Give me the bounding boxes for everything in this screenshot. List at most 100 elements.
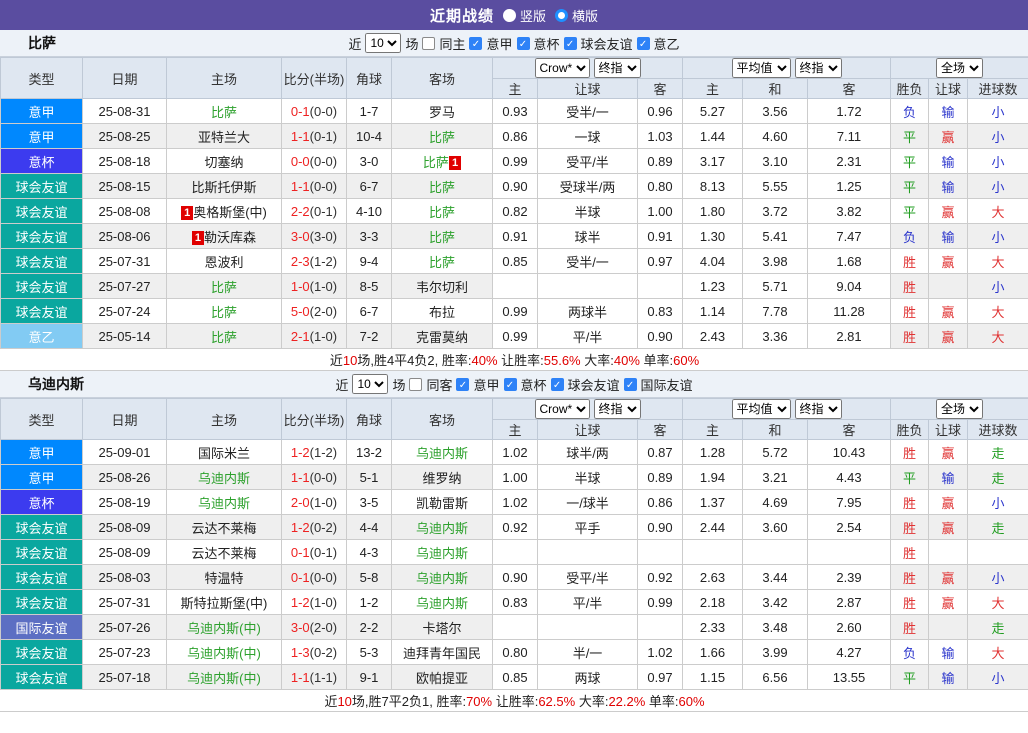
- same-venue-checkbox[interactable]: [422, 36, 436, 50]
- sub-col-header: 让球: [928, 78, 969, 99]
- team-label: 国际米兰: [197, 445, 250, 461]
- section-1: 比萨近 10 场同主 ✓ 意甲 ✓ 意杯 ✓ 球会友谊 ✓ 意乙 类型 日期 主场 比分(半场) 角球 客场 Cr…: [0, 30, 1028, 371]
- same-venue-checkbox[interactable]: [409, 377, 423, 391]
- league-checkbox[interactable]: ✓: [623, 377, 637, 391]
- summary-segment: 60%: [673, 353, 700, 368]
- league-checkbox[interactable]: ✓: [550, 377, 564, 391]
- league-checkbox[interactable]: ✓: [456, 377, 470, 391]
- handicap-cell: 受球半/两: [537, 173, 638, 199]
- rounds-select[interactable]: 10: [365, 33, 402, 53]
- avg-select[interactable]: 平均值: [731, 58, 791, 78]
- avg-away-cell: 11.28: [806, 298, 892, 324]
- score-cell: 1-1(0-0): [281, 173, 347, 199]
- odds-time-select[interactable]: 终指: [593, 399, 641, 419]
- home-team-cell: 斯特拉斯堡(中): [166, 589, 282, 615]
- team-label: 克雷莫纳: [415, 329, 468, 345]
- date-cell: 25-08-09: [82, 514, 167, 540]
- summary-segment: 大率:: [575, 694, 609, 709]
- fulltime-score: 5-0: [290, 303, 310, 319]
- league-checkbox[interactable]: ✓: [636, 36, 650, 50]
- result-header-group: 全场: [890, 57, 1028, 79]
- filter-controls: 近 10 场同主 ✓ 意甲 ✓ 意杯 ✓ 球会友谊 ✓ 意乙: [348, 33, 680, 53]
- layout-radio-vertical[interactable]: 竖版: [502, 6, 546, 25]
- team-label: 亚特兰大: [197, 129, 250, 145]
- corner-cell: 5-1: [346, 464, 392, 490]
- odds-away-cell: 1.00: [637, 198, 683, 224]
- league-checkbox[interactable]: ✓: [503, 377, 517, 391]
- avg-home-cell: 3.17: [682, 148, 743, 174]
- league-checkbox[interactable]: ✓: [469, 36, 483, 50]
- score-cell: 1-2(1-0): [281, 589, 347, 615]
- scope-select[interactable]: 全场: [936, 399, 984, 419]
- fulltime-score: 2-3: [290, 253, 310, 269]
- sub-col-header: 和: [742, 78, 808, 99]
- away-team-cell: 乌迪内斯: [391, 514, 493, 540]
- away-team-cell: 比萨: [391, 123, 493, 149]
- handicap-result-cell: 输: [928, 464, 969, 490]
- sub-col-header: 胜负: [890, 419, 930, 440]
- rounds-select[interactable]: 10: [352, 374, 389, 394]
- result-cell: 平: [890, 148, 930, 174]
- home-team-cell: 比萨: [166, 323, 282, 349]
- away-team-cell: 乌迪内斯: [391, 589, 493, 615]
- layout-radio-horizontal[interactable]: 横版: [555, 6, 598, 25]
- odds-away-cell: 1.02: [637, 639, 683, 665]
- avg-home-cell: 1.37: [682, 489, 743, 515]
- corner-cell: 9-1: [346, 664, 392, 690]
- corner-cell: 6-7: [346, 298, 392, 324]
- odds-home-cell: [492, 539, 538, 565]
- goals-result-cell: 大: [967, 639, 1028, 665]
- match-row: 意甲 25-09-01 国际米兰 1-2(1-2) 13-2 乌迪内斯 1.02 球半/两 0.…: [0, 439, 1028, 465]
- odds-source-select[interactable]: Crow*: [534, 399, 590, 419]
- score-cell: 2-1(1-0): [281, 323, 347, 349]
- league-checkbox[interactable]: ✓: [516, 36, 530, 50]
- result-cell: 负: [890, 98, 930, 124]
- handicap-result-cell: 赢: [928, 489, 969, 515]
- avg-draw-cell: 3.44: [742, 564, 808, 590]
- handicap-cell: 受平/半: [537, 564, 638, 590]
- goals-result-cell: 大: [967, 323, 1028, 349]
- summary-segment: 场,胜4平4负2, 胜率:: [357, 353, 472, 368]
- score-cell: 1-1(0-0): [281, 464, 347, 490]
- result-cell: 平: [890, 464, 930, 490]
- handicap-result-cell: 输: [928, 223, 969, 249]
- avg-draw-cell: 3.10: [742, 148, 808, 174]
- avg-draw-cell: 3.56: [742, 98, 808, 124]
- home-team-cell: 乌迪内斯(中): [166, 614, 282, 640]
- avg-home-cell: [682, 539, 743, 565]
- type-badge: 球会友谊: [0, 564, 83, 590]
- fulltime-score: 2-2: [290, 203, 310, 219]
- radio-unchecked-icon[interactable]: [502, 8, 516, 22]
- home-team-cell: 乌迪内斯(中): [166, 664, 282, 690]
- team-label: 切塞纳: [204, 154, 244, 170]
- sub-col-header: 主: [492, 78, 538, 99]
- summary-text: 近10场,胜7平2负1, 胜率:70% 让胜率:62.5% 大率:22.2% 单…: [0, 689, 1028, 712]
- goals-result-cell: 走: [967, 464, 1028, 490]
- date-cell: 25-08-09: [82, 539, 167, 565]
- score-cell: 0-1(0-0): [281, 98, 347, 124]
- summary-segment: 60%: [678, 694, 705, 709]
- avg-header-group: 平均值 终指: [681, 398, 892, 420]
- fulltime-score: 0-0: [290, 153, 310, 169]
- odds-home-cell: 0.99: [492, 298, 538, 324]
- league-checkbox[interactable]: ✓: [563, 36, 577, 50]
- score-cell: 1-1(0-1): [281, 123, 347, 149]
- summary-segment: 22.2%: [608, 694, 646, 709]
- avg-draw-cell: 3.21: [742, 464, 808, 490]
- radio-checked-icon[interactable]: [555, 8, 568, 22]
- halftime-score: (1-0): [309, 594, 338, 610]
- avg-time-select[interactable]: 终指: [794, 399, 842, 419]
- summary-row: 近10场,胜4平4负2, 胜率:40% 让胜率:55.6% 大率:40% 单率:…: [0, 348, 1028, 371]
- odds-source-select[interactable]: Crow*: [534, 58, 590, 78]
- team-label: 勒沃库森: [204, 229, 257, 245]
- odds-home-cell: 0.85: [492, 248, 538, 274]
- type-badge: 意甲: [0, 464, 83, 490]
- avg-draw-cell: 5.72: [742, 439, 808, 465]
- match-row: 球会友谊 25-07-27 比萨 1-0(1-0) 8-5 韦尔切利 1.23 5.71 9.0…: [0, 273, 1028, 299]
- odds-time-select[interactable]: 终指: [593, 58, 641, 78]
- avg-select[interactable]: 平均值: [731, 399, 791, 419]
- halftime-score: (1-0): [309, 278, 338, 294]
- date-cell: 25-08-06: [82, 223, 167, 249]
- scope-select[interactable]: 全场: [936, 58, 984, 78]
- avg-time-select[interactable]: 终指: [794, 58, 842, 78]
